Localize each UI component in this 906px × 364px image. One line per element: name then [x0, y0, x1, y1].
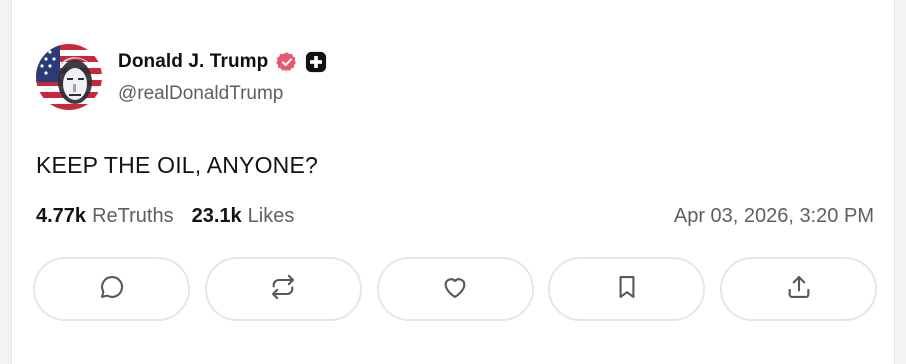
retruths-label: ReTruths	[92, 205, 174, 227]
post-stats: 4.77k ReTruths 23.1k Likes Apr 03, 2026,…	[36, 205, 874, 228]
bookmark-button[interactable]	[548, 257, 706, 321]
retruths-stat[interactable]: 4.77k ReTruths	[36, 205, 174, 228]
share-icon	[785, 273, 813, 306]
author-info: Donald J. Trump @realDonaldTrump	[118, 49, 327, 105]
retruth-button[interactable]	[204, 257, 362, 321]
likes-count: 23.1k	[191, 205, 242, 227]
author-name[interactable]: Donald J. Trump	[118, 51, 268, 73]
author-handle[interactable]: @realDonaldTrump	[118, 83, 327, 105]
post-card: Donald J. Trump @realDonaldTrump KEEP TH…	[11, 0, 895, 364]
post-text: KEEP THE OIL, ANYONE?	[36, 152, 319, 178]
post-timestamp[interactable]: Apr 03, 2026, 3:20 PM	[674, 205, 874, 228]
likes-label: Likes	[247, 205, 295, 227]
action-bar	[33, 257, 877, 321]
avatar[interactable]	[36, 44, 102, 110]
like-button[interactable]	[376, 257, 534, 321]
bookmark-icon	[613, 273, 641, 306]
retruths-count: 4.77k	[36, 205, 87, 227]
reply-icon	[98, 273, 126, 306]
author-name-row: Donald J. Trump	[118, 49, 327, 75]
heart-icon	[441, 273, 469, 306]
post-header: Donald J. Trump @realDonaldTrump	[36, 44, 327, 110]
premium-plus-icon	[305, 51, 327, 73]
verified-badge-icon	[276, 51, 298, 73]
share-button[interactable]	[720, 257, 877, 321]
likes-stat[interactable]: 23.1k Likes	[192, 205, 295, 228]
retruth-icon	[269, 273, 297, 306]
reply-button[interactable]	[33, 257, 190, 321]
